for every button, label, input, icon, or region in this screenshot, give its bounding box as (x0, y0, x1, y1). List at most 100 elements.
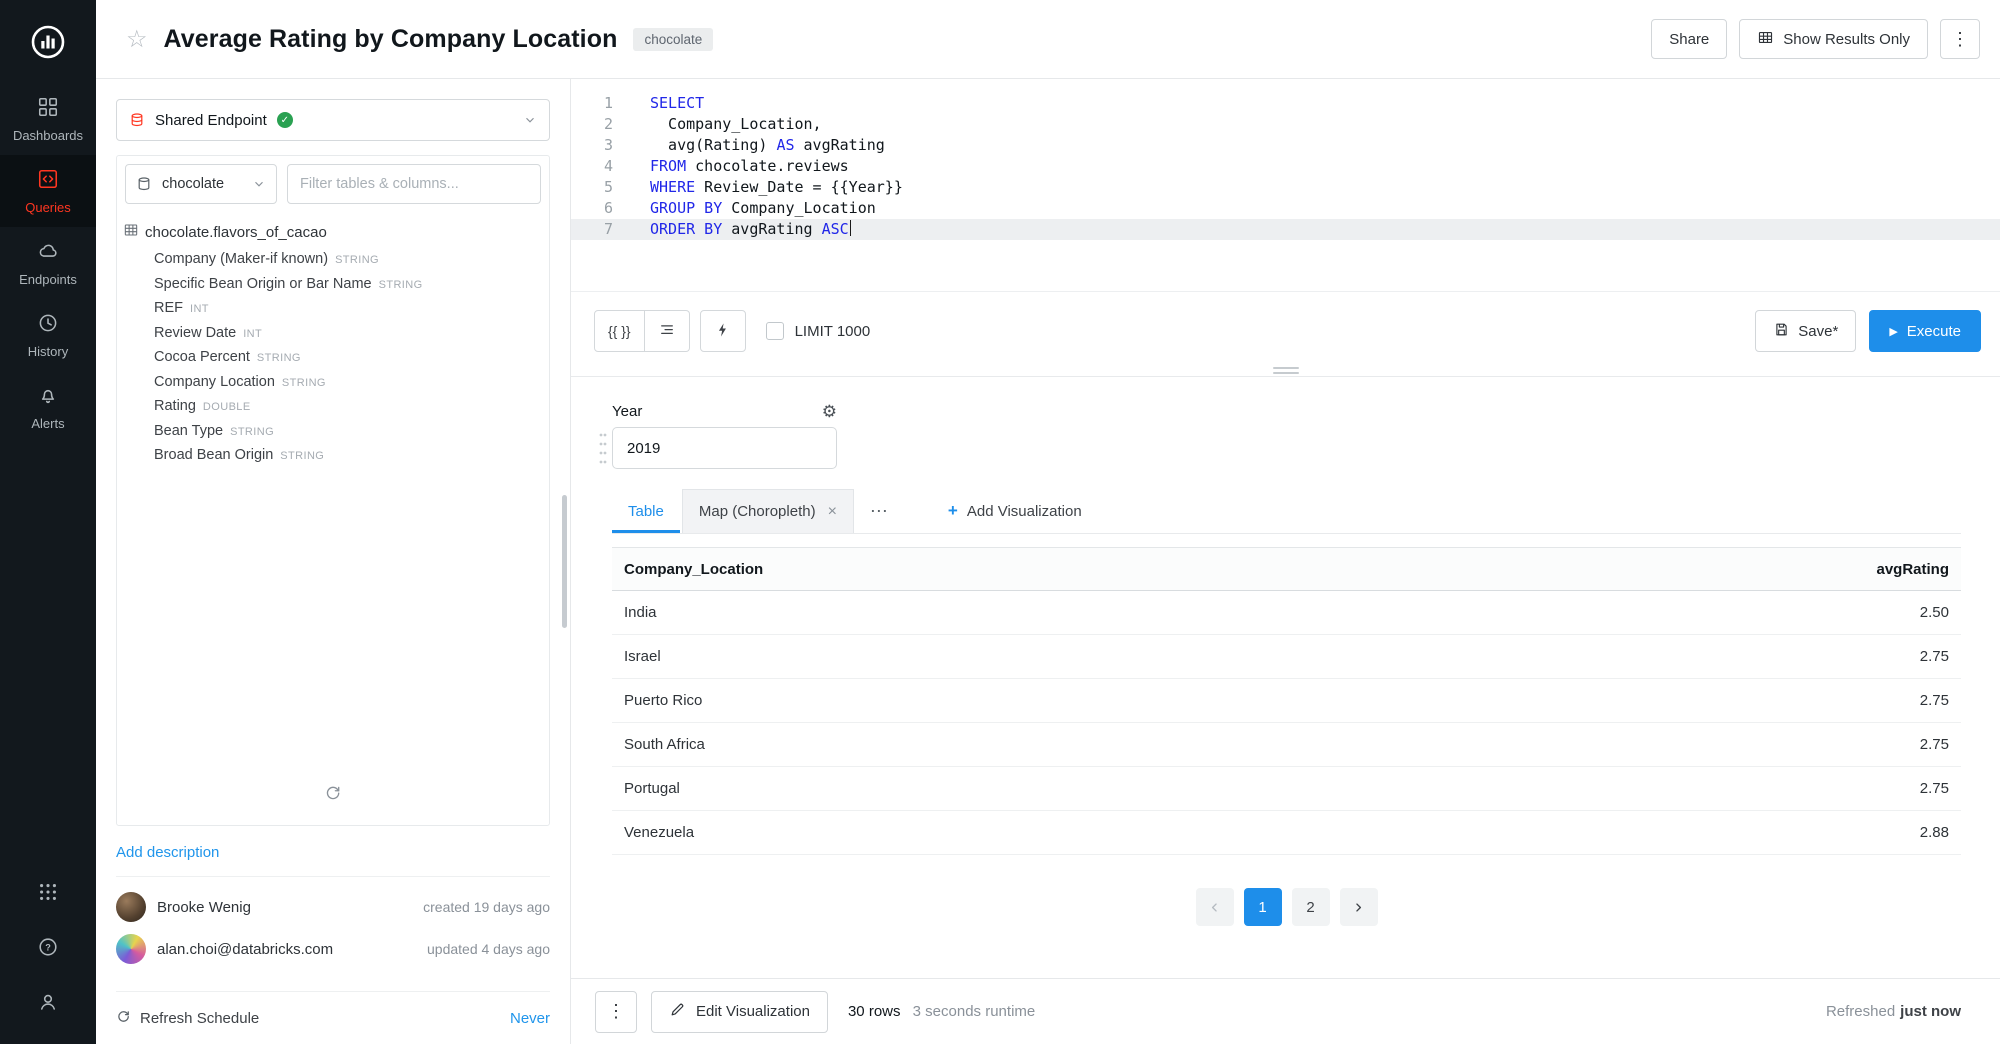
code-line[interactable]: 6GROUP BY Company_Location (571, 198, 2000, 219)
code-text: WHERE Review_Date = {{Year}} (629, 177, 903, 198)
limit-checkbox[interactable] (766, 322, 784, 340)
table-row: Portugal2.75 (612, 767, 1961, 811)
schema-column[interactable]: RatingDOUBLE (154, 395, 541, 420)
schema-column[interactable]: Review DateINT (154, 322, 541, 347)
results-rows: India2.50Israel2.75Puerto Rico2.75South … (612, 591, 1961, 855)
results-table: Company_Location avgRating India2.50 Isra… (612, 547, 1961, 855)
history-clock-icon (37, 312, 59, 337)
column-header-location[interactable]: Company_Location (612, 561, 1287, 578)
code-line[interactable]: 4FROM chocolate.reviews (571, 156, 2000, 177)
refresh-schedule-row: Refresh Schedule Never (116, 1009, 550, 1028)
database-selector[interactable]: chocolate (125, 164, 277, 204)
results-grid-icon (1757, 29, 1774, 50)
avatar (116, 934, 146, 964)
statusbar-kebab-button[interactable]: ⋮ (595, 991, 637, 1033)
schema-column[interactable]: Company LocationSTRING (154, 371, 541, 396)
save-button[interactable]: Save* (1755, 310, 1856, 352)
page-button-1[interactable]: 1 (1244, 888, 1282, 926)
page-button-2[interactable]: 2 (1292, 888, 1330, 926)
sidebar-item-history[interactable]: History (0, 299, 96, 371)
editor-results-splitter (571, 376, 2000, 377)
sidebar-item-label: Queries (25, 200, 71, 215)
more-tabs-button[interactable]: ⋯ (854, 489, 906, 533)
add-visualization-button[interactable]: + Add Visualization (932, 489, 1098, 533)
save-button-label: Save* (1798, 323, 1838, 340)
edit-visualization-button[interactable]: Edit Visualization (651, 991, 828, 1033)
show-results-only-button[interactable]: Show Results Only (1739, 19, 1928, 59)
schema-column[interactable]: Bean TypeSTRING (154, 420, 541, 445)
code-line[interactable]: 2 Company_Location, (571, 114, 2000, 135)
sidebar-item-alerts[interactable]: Alerts (0, 371, 96, 443)
favorite-star-icon[interactable]: ☆ (126, 25, 148, 54)
apps-grid-icon[interactable] (37, 881, 59, 908)
column-header-avgrating[interactable]: avgRating (1287, 561, 1962, 578)
schema-column[interactable]: Company (Maker-if known)STRING (154, 248, 541, 273)
share-button-label: Share (1669, 31, 1709, 48)
cell-location: Portugal (612, 780, 1287, 797)
panel-scrollbar[interactable] (562, 495, 567, 628)
code-text: avg(Rating) AS avgRating (629, 135, 885, 156)
query-header: ☆ Average Rating by Company Location cho… (96, 0, 2000, 79)
next-page-button[interactable] (1340, 888, 1378, 926)
schema-table[interactable]: chocolate.flavors_of_cacao (123, 222, 541, 242)
cell-avgrating: 2.88 (1287, 824, 1962, 841)
queries-icon (37, 168, 59, 193)
schema-column[interactable]: Cocoa PercentSTRING (154, 346, 541, 371)
database-icon (136, 176, 152, 192)
results-area: Year ⚙ Table Map (Choropleth) × ⋯ (571, 377, 2000, 978)
code-text: ORDER BY avgRating ASC (629, 219, 851, 240)
line-number: 5 (571, 177, 629, 198)
created-timestamp: created 19 days ago (423, 899, 550, 915)
schema-column[interactable]: Specific Bean Origin or Bar NameSTRING (154, 273, 541, 298)
table-icon (123, 222, 139, 242)
schema-filter-input[interactable] (287, 164, 541, 204)
account-person-icon[interactable] (37, 991, 59, 1018)
schema-column[interactable]: REFINT (154, 297, 541, 322)
parameter-gear-icon[interactable]: ⚙ (822, 403, 837, 420)
header-kebab-button[interactable]: ⋮ (1940, 19, 1980, 59)
cell-location: India (612, 604, 1287, 621)
parameter-drag-handle-icon[interactable] (598, 431, 608, 470)
divider (116, 991, 550, 992)
updated-timestamp: updated 4 days ago (427, 941, 550, 957)
execute-button[interactable]: ▶ Execute (1869, 310, 1981, 352)
parameter-year-input[interactable] (612, 427, 837, 469)
schema-refresh-spinner-icon[interactable] (324, 784, 342, 807)
close-icon[interactable]: × (828, 503, 837, 521)
insert-parameter-button[interactable]: {{ }} (594, 310, 645, 352)
tab-table[interactable]: Table (612, 489, 680, 533)
parameter-label: Year (612, 403, 642, 420)
table-row: Israel2.75 (612, 635, 1961, 679)
endpoint-selector[interactable]: Shared Endpoint ✓ (116, 99, 550, 141)
cell-avgrating: 2.50 (1287, 604, 1962, 621)
sql-editor[interactable]: 1SELECT2 Company_Location,3 avg(Rating) … (571, 79, 2000, 292)
schema-column[interactable]: Broad Bean OriginSTRING (154, 444, 541, 469)
sidebar-item-endpoints[interactable]: Endpoints (0, 227, 96, 299)
help-icon[interactable]: ? (37, 936, 59, 963)
dashboards-icon (37, 96, 59, 121)
owner-name: alan.choi@databricks.com (157, 941, 333, 958)
splitter-drag-handle[interactable] (1273, 364, 1299, 377)
format-query-button[interactable] (645, 310, 690, 352)
code-line[interactable]: 5WHERE Review_Date = {{Year}} (571, 177, 2000, 198)
editor-toolbar: {{ }} LIMIT 1000 Save* (571, 310, 2000, 352)
sidebar-item-queries[interactable]: Queries (0, 155, 96, 227)
code-lines: 1SELECT2 Company_Location,3 avg(Rating) … (571, 93, 2000, 240)
sidebar-nav: Dashboards Queries Endpoints History (0, 83, 96, 443)
endpoint-database-icon (129, 112, 145, 128)
app-logo[interactable] (26, 20, 70, 69)
refresh-schedule-value-link[interactable]: Never (510, 1010, 550, 1027)
code-line[interactable]: 7ORDER BY avgRating ASC (571, 219, 2000, 240)
previous-page-button[interactable] (1196, 888, 1234, 926)
sidebar-item-label: Dashboards (13, 128, 83, 143)
code-line[interactable]: 1SELECT (571, 93, 2000, 114)
code-line[interactable]: 3 avg(Rating) AS avgRating (571, 135, 2000, 156)
autocomplete-button[interactable] (700, 310, 746, 352)
sidebar-item-dashboards[interactable]: Dashboards (0, 83, 96, 155)
query-tag[interactable]: chocolate (633, 28, 713, 51)
add-description-link[interactable]: Add description (116, 844, 550, 861)
share-button[interactable]: Share (1651, 19, 1727, 59)
tab-map-choropleth[interactable]: Map (Choropleth) × (682, 489, 854, 533)
pencil-icon (669, 1001, 686, 1022)
refresh-schedule-label: Refresh Schedule (140, 1010, 259, 1027)
